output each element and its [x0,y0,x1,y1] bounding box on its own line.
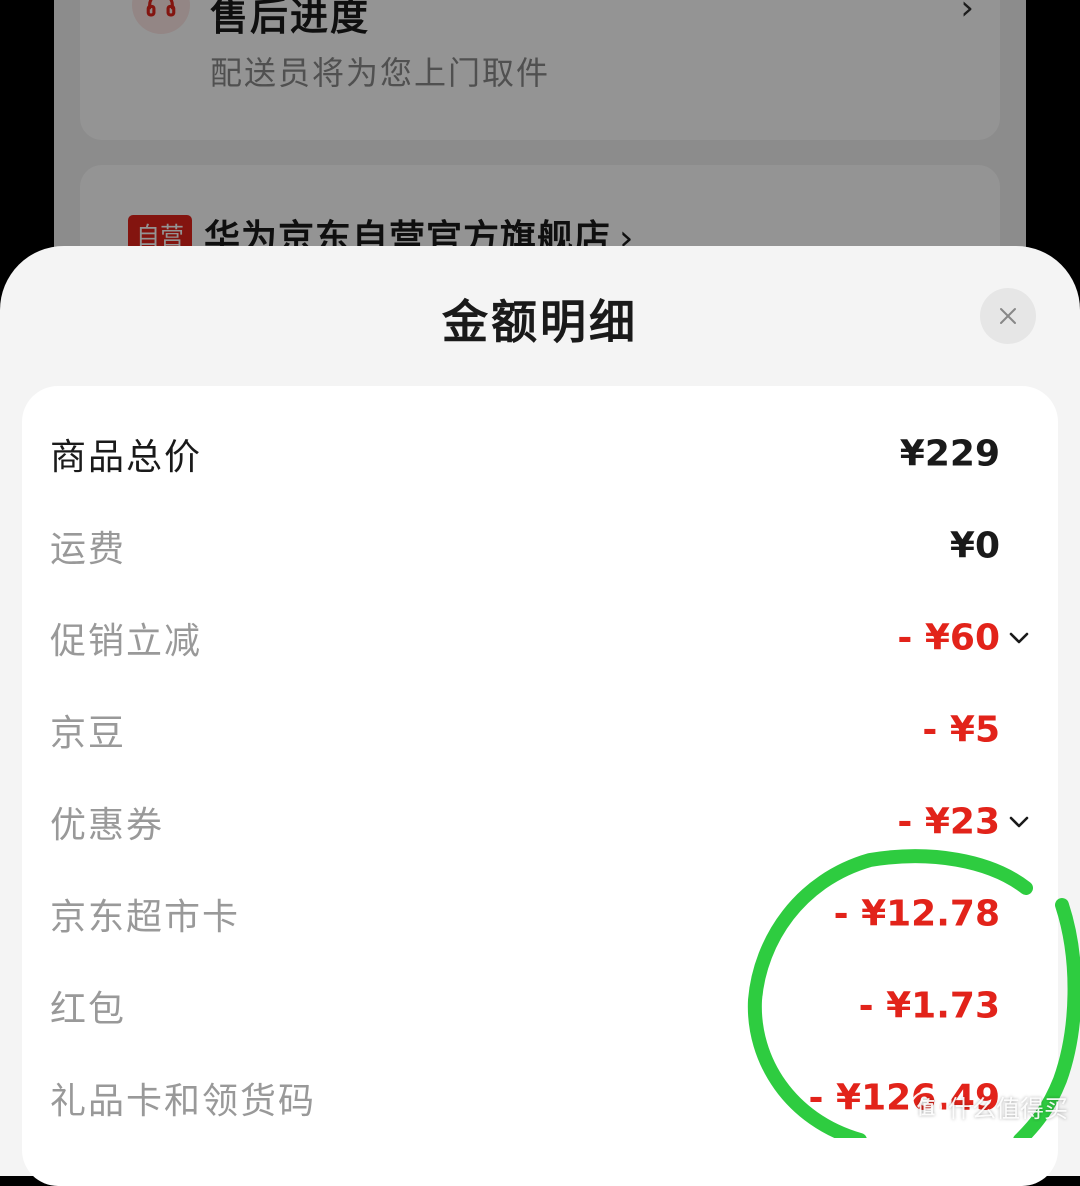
amount-detail-sheet: 金额明细 商品总价 ¥229 运费 ¥0 促销立减 - ¥60 京豆 - ¥5 … [0,246,1080,1186]
row-value: - ¥60 [897,617,1000,659]
close-button[interactable] [980,288,1036,344]
row-promotion[interactable]: 促销立减 - ¥60 [22,592,1058,684]
row-label: 运费 [50,529,127,570]
row-value: ¥229 [899,433,1000,475]
sheet-title: 金额明细 [442,295,638,349]
row-shipping: 运费 ¥0 [22,500,1058,592]
chevron-down-icon[interactable] [1006,625,1032,651]
row-jd-beans: 京豆 - ¥5 [22,684,1058,776]
amount-detail-card: 商品总价 ¥229 运费 ¥0 促销立减 - ¥60 京豆 - ¥5 优惠券 -… [22,386,1058,1186]
watermark-text: 什么值得买 [948,1095,1068,1123]
row-value: - ¥1.73 [858,985,1000,1027]
row-label: 礼品卡和领货码 [50,1081,317,1122]
watermark-logo-icon: 值 [910,1090,942,1123]
row-label: 促销立减 [50,621,203,662]
row-goods-total: 商品总价 ¥229 [22,408,1058,500]
row-red-packet: 红包 - ¥1.73 [22,960,1058,1052]
row-label: 商品总价 [50,437,203,478]
row-coupon[interactable]: 优惠券 - ¥23 [22,776,1058,868]
watermark: 值 什么值得买 [910,1089,1068,1124]
row-label: 优惠券 [50,805,165,846]
chevron-down-icon[interactable] [1006,809,1032,835]
row-label: 红包 [50,989,127,1030]
close-icon [1000,308,1016,324]
row-supermarket-card: 京东超市卡 - ¥12.78 [22,868,1058,960]
row-gift-card: 礼品卡和领货码 - ¥126.49 [22,1052,1058,1144]
row-label: 京豆 [50,713,127,754]
row-value: - ¥23 [897,801,1000,843]
row-label: 京东超市卡 [50,897,241,938]
row-value: - ¥12.78 [833,893,1000,935]
row-value: - ¥5 [922,709,1000,751]
row-value: ¥0 [949,525,1000,567]
